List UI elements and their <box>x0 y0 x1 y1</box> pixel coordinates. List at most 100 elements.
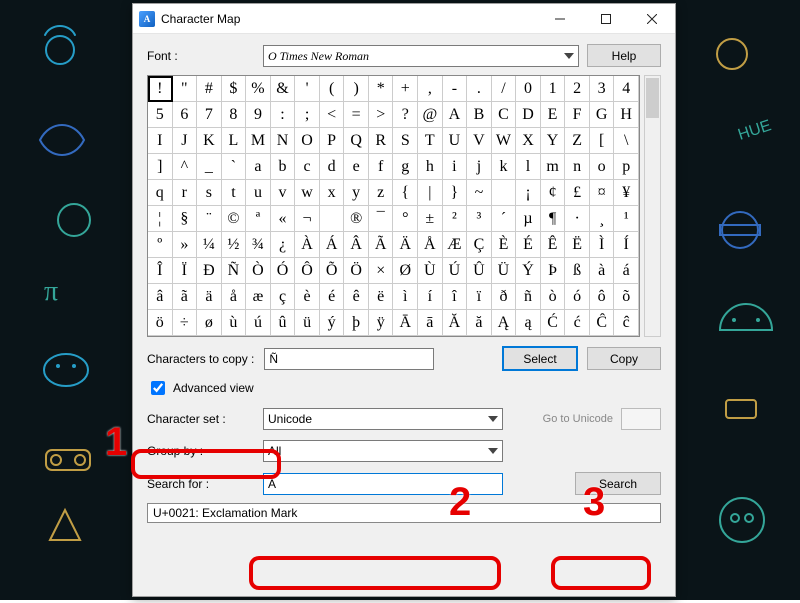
char-cell[interactable]: Ò <box>246 258 271 284</box>
char-cell[interactable]: D <box>516 102 541 128</box>
char-cell[interactable]: È <box>492 232 517 258</box>
char-cell[interactable]: ½ <box>222 232 247 258</box>
char-cell[interactable]: w <box>295 180 320 206</box>
char-cell[interactable]: { <box>393 180 418 206</box>
char-cell[interactable]: Ü <box>492 258 517 284</box>
char-cell[interactable]: ¿ <box>271 232 296 258</box>
char-cell[interactable]: ï <box>467 284 492 310</box>
close-button[interactable] <box>629 4 675 33</box>
char-cell[interactable]: î <box>443 284 468 310</box>
char-cell[interactable]: L <box>222 128 247 154</box>
char-cell[interactable]: Ì <box>590 232 615 258</box>
char-cell[interactable]: z <box>369 180 394 206</box>
char-cell[interactable]: F <box>565 102 590 128</box>
char-cell[interactable]: © <box>222 206 247 232</box>
char-cell[interactable]: # <box>197 76 222 102</box>
char-cell[interactable]: 8 <box>222 102 247 128</box>
character-grid[interactable]: !"#$%&'()*+,-./0123456789:;<=>?@ABCDEFGH… <box>147 75 640 337</box>
char-cell[interactable]: c <box>295 154 320 180</box>
char-cell[interactable]: ¥ <box>614 180 639 206</box>
char-cell[interactable]: A <box>443 102 468 128</box>
char-cell[interactable]: è <box>295 284 320 310</box>
char-cell[interactable]: M <box>246 128 271 154</box>
char-cell[interactable]: é <box>320 284 345 310</box>
char-cell[interactable]: p <box>614 154 639 180</box>
char-cell[interactable]: o <box>590 154 615 180</box>
char-cell[interactable]: % <box>246 76 271 102</box>
char-cell[interactable]: n <box>565 154 590 180</box>
char-cell[interactable]: Õ <box>320 258 345 284</box>
char-cell[interactable]: ¾ <box>246 232 271 258</box>
char-cell[interactable]: × <box>369 258 394 284</box>
maximize-button[interactable] <box>583 4 629 33</box>
charset-select[interactable]: Unicode <box>263 408 503 430</box>
char-cell[interactable]: ô <box>590 284 615 310</box>
char-cell[interactable]: ¹ <box>614 206 639 232</box>
char-cell[interactable]: Q <box>344 128 369 154</box>
char-cell[interactable]: ` <box>222 154 247 180</box>
char-cell[interactable]: X <box>516 128 541 154</box>
grid-scrollbar[interactable] <box>644 75 661 337</box>
char-cell[interactable]: $ <box>222 76 247 102</box>
char-cell[interactable]: ú <box>246 310 271 336</box>
char-cell[interactable]: § <box>173 206 198 232</box>
char-cell[interactable]: ] <box>148 154 173 180</box>
char-cell[interactable]: Æ <box>443 232 468 258</box>
char-cell[interactable]: 6 <box>173 102 198 128</box>
char-cell[interactable]: 1 <box>541 76 566 102</box>
char-cell[interactable]: « <box>271 206 296 232</box>
char-cell[interactable]: Z <box>565 128 590 154</box>
char-cell[interactable]: û <box>271 310 296 336</box>
char-cell[interactable]: ´ <box>492 206 517 232</box>
char-cell[interactable]: Ĉ <box>590 310 615 336</box>
char-cell[interactable]: s <box>197 180 222 206</box>
char-cell[interactable]: æ <box>246 284 271 310</box>
char-cell[interactable]: / <box>492 76 517 102</box>
char-cell[interactable]: ¤ <box>590 180 615 206</box>
char-cell[interactable]: J <box>173 128 198 154</box>
char-cell[interactable]: À <box>295 232 320 258</box>
char-cell[interactable]: â <box>148 284 173 310</box>
char-cell[interactable]: ê <box>344 284 369 310</box>
char-cell[interactable]: 2 <box>565 76 590 102</box>
char-cell[interactable]: ; <box>295 102 320 128</box>
char-cell[interactable]: y <box>344 180 369 206</box>
char-cell[interactable]: = <box>344 102 369 128</box>
char-cell[interactable]: , <box>418 76 443 102</box>
char-cell[interactable]: ® <box>344 206 369 232</box>
char-cell[interactable]: » <box>173 232 198 258</box>
characters-to-copy-input[interactable] <box>264 348 434 370</box>
char-cell[interactable]: ± <box>418 206 443 232</box>
char-cell[interactable]: P <box>320 128 345 154</box>
char-cell[interactable]: t <box>222 180 247 206</box>
char-cell[interactable]: b <box>271 154 296 180</box>
char-cell[interactable]: - <box>443 76 468 102</box>
char-cell[interactable]: 3 <box>590 76 615 102</box>
char-cell[interactable]: ° <box>393 206 418 232</box>
char-cell[interactable]: ) <box>344 76 369 102</box>
char-cell[interactable]: * <box>369 76 394 102</box>
char-cell[interactable]: 9 <box>246 102 271 128</box>
char-cell[interactable]: ã <box>173 284 198 310</box>
char-cell[interactable]: ó <box>565 284 590 310</box>
char-cell[interactable]: í <box>418 284 443 310</box>
char-cell[interactable]: i <box>443 154 468 180</box>
help-button[interactable]: Help <box>587 44 661 67</box>
char-cell[interactable]: 7 <box>197 102 222 128</box>
char-cell[interactable]: ý <box>320 310 345 336</box>
char-cell[interactable]: O <box>295 128 320 154</box>
char-cell[interactable]: É <box>516 232 541 258</box>
char-cell[interactable]: V <box>467 128 492 154</box>
char-cell[interactable]: Á <box>320 232 345 258</box>
char-cell[interactable]: H <box>614 102 639 128</box>
char-cell[interactable]: B <box>467 102 492 128</box>
char-cell[interactable]: q <box>148 180 173 206</box>
char-cell[interactable]: ^ <box>173 154 198 180</box>
char-cell[interactable]: E <box>541 102 566 128</box>
select-button[interactable]: Select <box>503 347 577 370</box>
char-cell[interactable]: g <box>393 154 418 180</box>
char-cell[interactable]: ¦ <box>148 206 173 232</box>
char-cell[interactable]: \ <box>614 128 639 154</box>
advanced-view-checkbox[interactable] <box>151 381 165 395</box>
char-cell[interactable]: ¸ <box>590 206 615 232</box>
